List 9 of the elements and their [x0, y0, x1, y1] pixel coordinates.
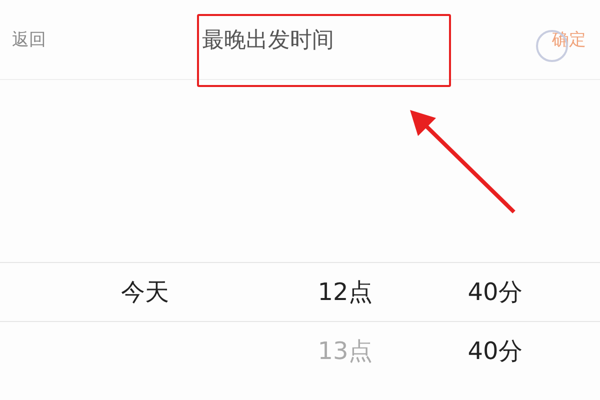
hour-value: 12点: [318, 277, 372, 308]
day-value: 今天: [121, 277, 169, 308]
selected-row[interactable]: 今天 12点 40分: [0, 262, 600, 322]
minute-value: 40分: [468, 277, 522, 308]
minute-value: 40分: [468, 336, 522, 367]
page-title: 最晚出发时间: [202, 26, 335, 54]
picker-row[interactable]: 13点 40分: [0, 322, 600, 380]
touch-indicator-icon: [536, 30, 568, 62]
hour-value: 13点: [318, 336, 372, 367]
